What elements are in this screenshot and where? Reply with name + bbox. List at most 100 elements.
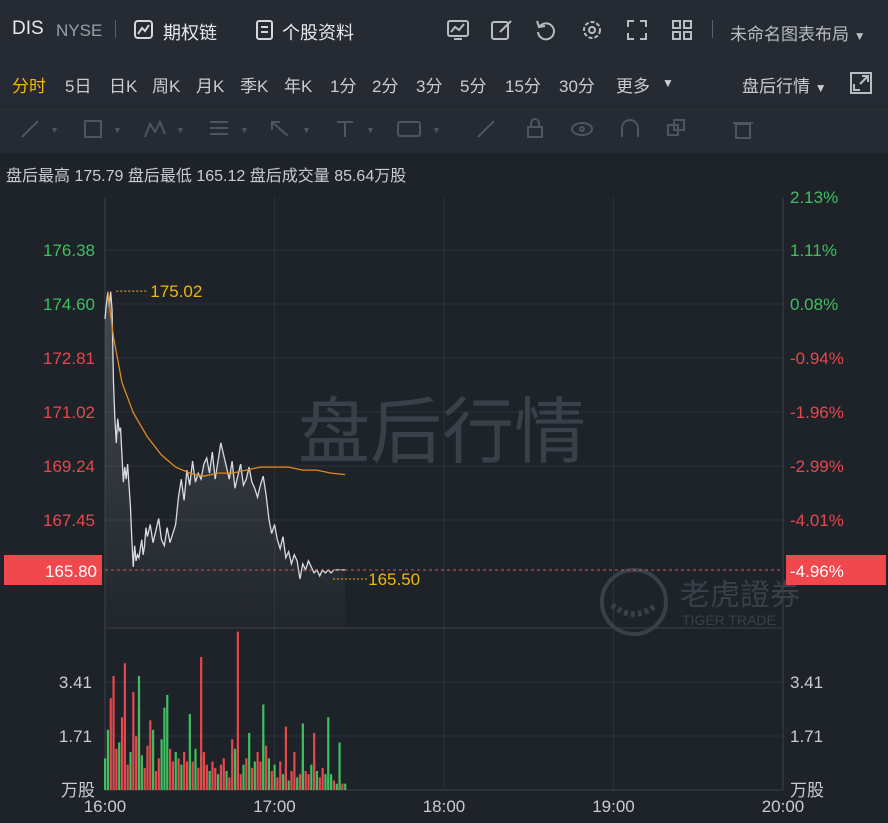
volume-bar bbox=[163, 707, 166, 790]
volume-bar bbox=[245, 758, 248, 790]
tab-period-2[interactable]: 日K bbox=[109, 72, 137, 97]
volume-bar bbox=[290, 770, 293, 790]
time-axis-label: 19:00 bbox=[592, 797, 635, 816]
volume-axis-label-left: 3.41 bbox=[59, 673, 92, 692]
mode-selector[interactable]: 盘后行情 ▼ bbox=[742, 72, 827, 97]
volume-bar bbox=[132, 691, 135, 790]
intraday-chart[interactable]: 盘后行情老虎證券TIGER TRADE 176.38 174.60 172.81 171… bbox=[0, 180, 888, 823]
dropdown-caret-icon: ▼ bbox=[853, 29, 866, 43]
volume-bar bbox=[242, 764, 245, 790]
tab-period-13[interactable]: 更多 bbox=[616, 72, 650, 97]
volume-bar bbox=[217, 774, 220, 790]
divider bbox=[115, 20, 116, 38]
tab-period-0[interactable]: 分时 bbox=[12, 72, 46, 97]
volume-bar bbox=[259, 761, 262, 790]
indicator-icon[interactable] bbox=[446, 18, 470, 42]
tab-period-9[interactable]: 3分 bbox=[416, 72, 442, 97]
volume-axis-label-left: 1.71 bbox=[59, 727, 92, 746]
volume-bar bbox=[270, 770, 273, 790]
volume-bar bbox=[222, 758, 225, 790]
volume-bar bbox=[256, 751, 259, 790]
profile-button[interactable]: 个股资料 bbox=[254, 19, 354, 46]
volume-bar bbox=[197, 767, 200, 790]
volume-bar bbox=[327, 717, 330, 790]
svg-text:▼: ▼ bbox=[240, 125, 249, 135]
layout-label: 未命名图表布局 bbox=[730, 25, 849, 44]
volume-bar bbox=[313, 732, 316, 790]
volume-bar bbox=[129, 751, 132, 790]
logo-cn: 老虎證券 bbox=[680, 579, 800, 612]
svg-text:▼: ▼ bbox=[432, 125, 441, 135]
price-axis-label: 169.24 bbox=[43, 457, 95, 476]
volume-bar bbox=[137, 675, 141, 790]
fullscreen-icon[interactable] bbox=[625, 18, 649, 42]
volume-bar bbox=[296, 777, 299, 790]
volume-bar bbox=[310, 764, 313, 790]
tab-period-10[interactable]: 5分 bbox=[460, 72, 486, 97]
volume-bar bbox=[160, 739, 163, 790]
volume-bar bbox=[262, 704, 265, 790]
low-marker-label: 165.50 bbox=[368, 570, 420, 589]
more-dropdown-caret-icon: ▼ bbox=[662, 76, 674, 90]
tab-period-5[interactable]: 季K bbox=[240, 72, 268, 97]
volume-bar bbox=[273, 764, 276, 790]
volume-bar bbox=[253, 761, 256, 790]
volume-bar bbox=[115, 748, 118, 790]
tab-period-11[interactable]: 15分 bbox=[505, 72, 541, 97]
edit-icon[interactable] bbox=[490, 18, 514, 42]
volume-bar bbox=[281, 774, 285, 790]
volume-bar bbox=[321, 767, 324, 790]
volume-bar bbox=[287, 780, 290, 790]
volume-bar bbox=[248, 732, 251, 790]
grid-layout-icon[interactable] bbox=[670, 18, 694, 42]
volume-bar bbox=[324, 774, 327, 790]
document-icon bbox=[256, 20, 273, 40]
tab-period-7[interactable]: 1分 bbox=[330, 72, 356, 97]
percent-axis-label: 1.11% bbox=[790, 241, 837, 260]
volume-bar bbox=[183, 751, 186, 790]
lock-icon bbox=[527, 126, 543, 138]
volume-bar bbox=[109, 698, 112, 790]
price-axis-label: 172.81 bbox=[43, 349, 95, 368]
tab-period-6[interactable]: 年K bbox=[284, 72, 312, 97]
volume-bar bbox=[318, 777, 321, 790]
time-axis-label: 20:00 bbox=[762, 797, 805, 816]
wave-tool-icon bbox=[144, 119, 166, 138]
arrow-tool-icon bbox=[271, 121, 289, 137]
tab-period-1[interactable]: 5日 bbox=[65, 72, 91, 97]
magnet-icon bbox=[621, 119, 639, 137]
dropdown-caret-icon: ▼ bbox=[814, 81, 827, 95]
tab-period-12[interactable]: 30分 bbox=[559, 72, 595, 97]
tab-period-8[interactable]: 2分 bbox=[372, 72, 398, 97]
volume-bar bbox=[293, 751, 296, 790]
layout-selector[interactable]: 未命名图表布局 ▼ bbox=[730, 20, 866, 45]
divider bbox=[712, 20, 713, 38]
tab-period-3[interactable]: 周K bbox=[152, 72, 180, 97]
volume-bar bbox=[143, 767, 146, 790]
volume-bar bbox=[338, 742, 341, 790]
tiger-stripe-icon bbox=[610, 602, 658, 617]
volume-bar bbox=[191, 761, 194, 790]
settings-gear-icon[interactable] bbox=[580, 18, 604, 42]
volume-bar bbox=[219, 764, 223, 790]
options-chain-button[interactable]: 期权链 bbox=[133, 19, 217, 46]
volume-bar bbox=[171, 761, 174, 790]
expand-icon[interactable] bbox=[849, 71, 873, 95]
exchange-label: NYSE bbox=[56, 21, 103, 40]
svg-text:▼: ▼ bbox=[366, 125, 375, 135]
watermark-text: 盘后行情 bbox=[298, 393, 586, 473]
price-axis-label: 174.60 bbox=[43, 295, 95, 314]
volume-bar bbox=[344, 783, 347, 790]
volume-bar bbox=[335, 783, 338, 790]
volume-bar bbox=[205, 764, 208, 790]
rect-tool-icon bbox=[84, 120, 102, 138]
volume-bar bbox=[157, 758, 160, 790]
volume-bar bbox=[168, 748, 172, 790]
percent-axis-label: -2.99% bbox=[790, 457, 844, 476]
volume-bar bbox=[166, 694, 169, 790]
tab-period-4[interactable]: 月K bbox=[196, 72, 224, 97]
volume-bar bbox=[185, 761, 189, 790]
volume-bar bbox=[225, 770, 228, 790]
undo-icon[interactable] bbox=[534, 18, 558, 42]
volume-bar bbox=[267, 758, 271, 790]
